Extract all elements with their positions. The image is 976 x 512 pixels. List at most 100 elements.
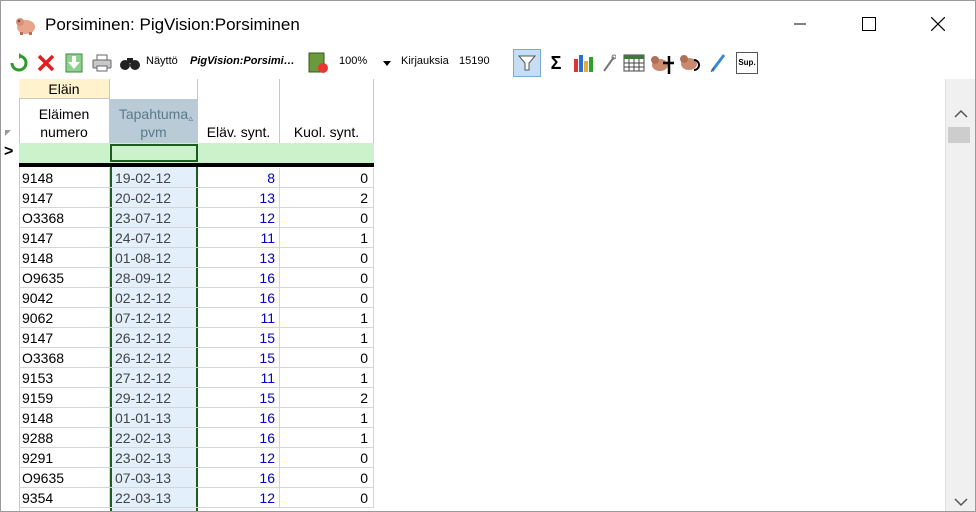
- syringe-button[interactable]: [707, 51, 729, 75]
- cell-date[interactable]: 07-03-13: [112, 468, 196, 488]
- cell-dead[interactable]: 1: [280, 328, 374, 348]
- cell-animal[interactable]: O3368: [19, 208, 110, 228]
- cell-date[interactable]: 26-12-12: [112, 328, 196, 348]
- cell-dead[interactable]: 0: [280, 288, 374, 308]
- cell-animal[interactable]: O3368: [19, 348, 110, 368]
- cell-date[interactable]: 27-12-12: [112, 368, 196, 388]
- cell-animal[interactable]: 9147: [19, 228, 110, 248]
- delete-button[interactable]: [34, 51, 58, 75]
- cell-dead[interactable]: 0: [280, 208, 374, 228]
- refresh-button[interactable]: [7, 51, 31, 75]
- cell-date[interactable]: 24-07-12: [112, 228, 196, 248]
- cell-live[interactable]: 13: [198, 248, 280, 268]
- cell-dead[interactable]: 0: [280, 268, 374, 288]
- cell-dead[interactable]: 0: [280, 488, 374, 508]
- cell-date[interactable]: 19-02-12: [112, 168, 196, 188]
- view-select[interactable]: PigVision:Porsimi…: [190, 55, 295, 67]
- pig-book-button[interactable]: [305, 51, 331, 75]
- cell-date[interactable]: 23-02-13: [112, 448, 196, 468]
- cell-dead[interactable]: 0: [280, 168, 374, 188]
- minimize-button[interactable]: [777, 1, 823, 47]
- column-header-live-born[interactable]: Eläv. synt.: [198, 99, 280, 143]
- scroll-up-icon[interactable]: [954, 109, 968, 119]
- vertical-scrollbar[interactable]: [945, 79, 975, 511]
- cell-animal[interactable]: 9159: [19, 388, 110, 408]
- cell-dead[interactable]: 2: [280, 188, 374, 208]
- cell-dead[interactable]: 0: [280, 448, 374, 468]
- cell-date[interactable]: 28-09-12: [112, 268, 196, 288]
- zoom-select[interactable]: 100%: [339, 55, 367, 67]
- cell-live[interactable]: 12: [198, 208, 280, 228]
- scroll-down-icon[interactable]: [954, 497, 968, 507]
- cell-animal[interactable]: 9291: [19, 448, 110, 468]
- column-header-dead-born[interactable]: Kuol. synt.: [280, 99, 374, 143]
- cell-animal[interactable]: 9062: [19, 308, 110, 328]
- cell-date[interactable]: 22-02-13: [112, 428, 196, 448]
- filter-cell-date[interactable]: [110, 144, 198, 162]
- filter-button[interactable]: [513, 49, 541, 77]
- print-button[interactable]: [90, 51, 114, 75]
- cell-live[interactable]: 16: [198, 288, 280, 308]
- cell-dead[interactable]: 1: [280, 368, 374, 388]
- cell-animal[interactable]: 9148: [19, 248, 110, 268]
- binoculars-button[interactable]: [118, 51, 142, 75]
- cell-date[interactable]: 29-12-12: [112, 388, 196, 408]
- cell-live[interactable]: 15: [198, 328, 280, 348]
- cell-date[interactable]: 07-12-12: [112, 308, 196, 328]
- pig-add-icon: [651, 56, 674, 74]
- column-header-animal-number[interactable]: Eläimen numero: [19, 99, 110, 143]
- cell-live[interactable]: 15: [198, 388, 280, 408]
- cell-live[interactable]: 12: [198, 448, 280, 468]
- cell-animal[interactable]: O9635: [19, 268, 110, 288]
- cell-live[interactable]: 11: [198, 308, 280, 328]
- add-animal-button[interactable]: [649, 51, 675, 75]
- cell-dead[interactable]: 0: [280, 248, 374, 268]
- close-window-button[interactable]: [915, 1, 961, 47]
- zoom-dropdown-button[interactable]: [381, 51, 393, 75]
- cell-animal[interactable]: 9042: [19, 288, 110, 308]
- cell-animal[interactable]: O9635: [19, 468, 110, 488]
- cell-live[interactable]: 11: [198, 228, 280, 248]
- cell-dead[interactable]: 1: [280, 308, 374, 328]
- cell-dead[interactable]: 0: [280, 348, 374, 368]
- column-header-event-date[interactable]: Tapahtuma pvm ▵: [110, 99, 198, 143]
- cell-dead[interactable]: 0: [280, 468, 374, 488]
- cell-dead[interactable]: 1: [280, 408, 374, 428]
- cell-date[interactable]: 23-07-12: [112, 208, 196, 228]
- scroll-thumb[interactable]: [948, 127, 970, 143]
- sum-button[interactable]: Σ: [545, 51, 567, 75]
- cell-animal[interactable]: 9147: [19, 328, 110, 348]
- header-spacer: [198, 79, 280, 99]
- cell-date[interactable]: 26-12-12: [112, 348, 196, 368]
- cell-dead[interactable]: 1: [280, 228, 374, 248]
- cell-date[interactable]: 20-02-12: [112, 188, 196, 208]
- cell-animal[interactable]: 9148: [19, 408, 110, 428]
- sup-button[interactable]: Sup.: [735, 51, 759, 75]
- cell-live[interactable]: 13: [198, 188, 280, 208]
- cell-animal[interactable]: 9147: [19, 188, 110, 208]
- cell-live[interactable]: 11: [198, 368, 280, 388]
- cell-live[interactable]: 16: [198, 428, 280, 448]
- cell-animal[interactable]: 9288: [19, 428, 110, 448]
- cell-date[interactable]: 02-12-12: [112, 288, 196, 308]
- maximize-button[interactable]: [846, 1, 892, 47]
- animal-refresh-button[interactable]: [678, 51, 704, 75]
- cell-dead[interactable]: 2: [280, 388, 374, 408]
- cell-dead[interactable]: 1: [280, 428, 374, 448]
- cell-animal[interactable]: 9354: [19, 488, 110, 508]
- cell-date[interactable]: 22-03-13: [112, 488, 196, 508]
- cell-animal[interactable]: 9148: [19, 168, 110, 188]
- cell-animal[interactable]: 9153: [19, 368, 110, 388]
- cell-live[interactable]: 16: [198, 468, 280, 488]
- cell-live[interactable]: 16: [198, 268, 280, 288]
- cell-live[interactable]: 8: [198, 168, 280, 188]
- cell-live[interactable]: 15: [198, 348, 280, 368]
- download-button[interactable]: [62, 51, 86, 75]
- cell-date[interactable]: 01-08-12: [112, 248, 196, 268]
- cell-live[interactable]: 16: [198, 408, 280, 428]
- tools-button[interactable]: [600, 51, 618, 75]
- calendar-button[interactable]: [621, 51, 647, 75]
- cell-date[interactable]: 01-01-13: [112, 408, 196, 428]
- chart-button[interactable]: [571, 51, 597, 75]
- cell-live[interactable]: 12: [198, 488, 280, 508]
